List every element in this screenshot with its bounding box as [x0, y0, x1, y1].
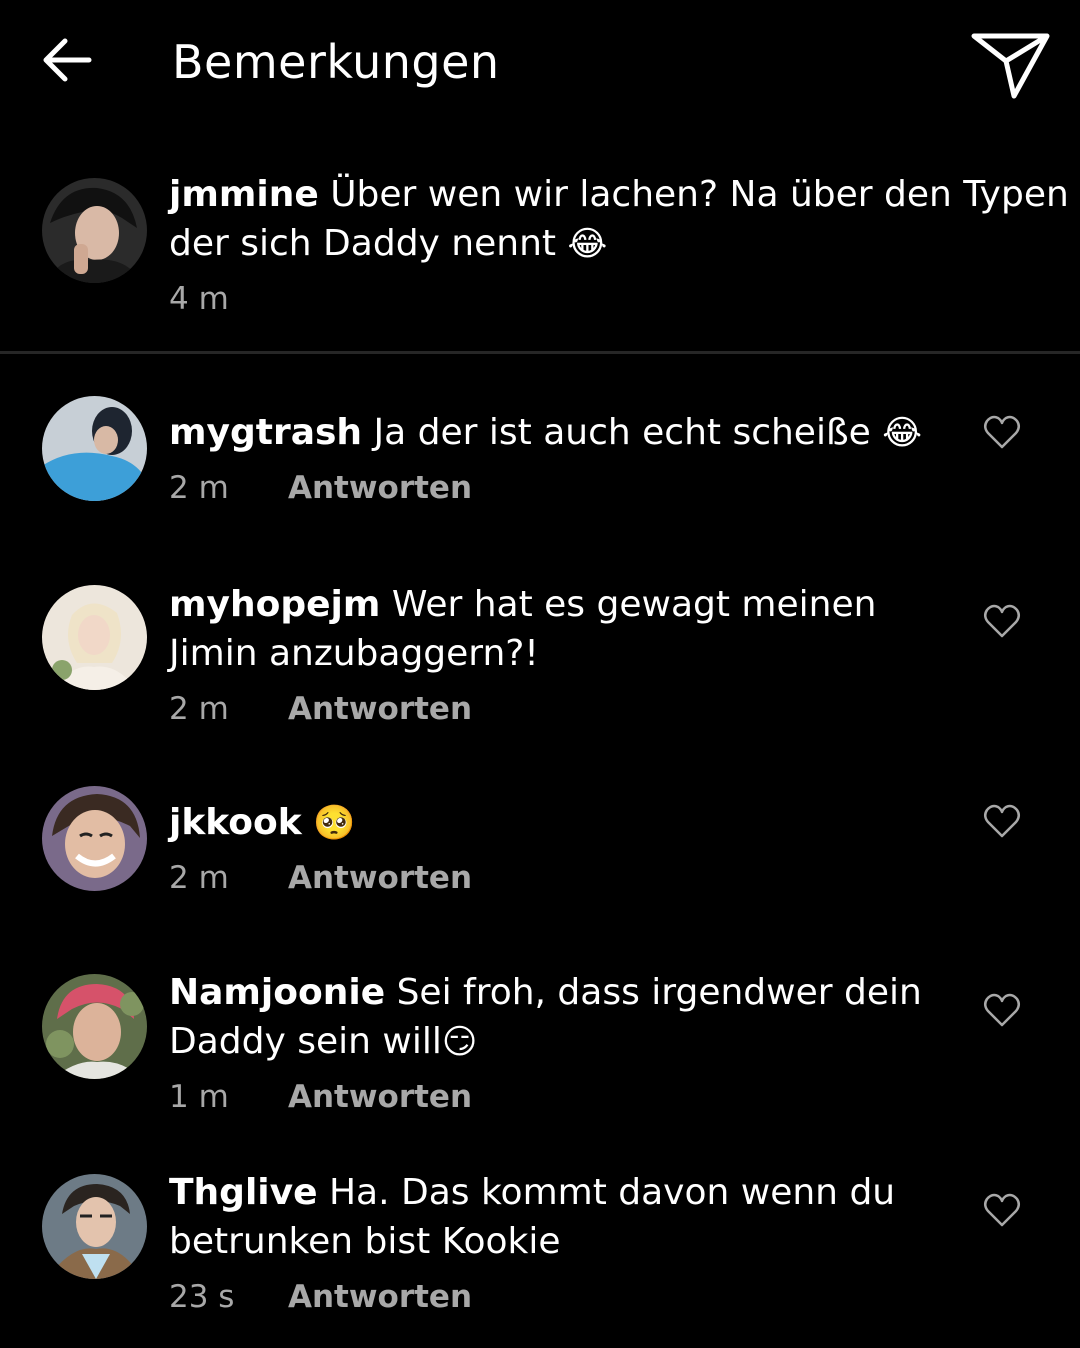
back-button[interactable]	[28, 24, 104, 96]
comment: jkkook 🥺 2 m Antworten	[169, 798, 969, 898]
avatar-namjoonie[interactable]	[42, 974, 147, 1079]
comment-text-block: myhopejm Wer hat es gewagt meinen Jimin …	[169, 580, 969, 679]
comment-username[interactable]: mygtrash	[169, 412, 362, 453]
comment-meta: 1 m Antworten	[169, 1077, 969, 1117]
comment-username[interactable]: Thglive	[169, 1172, 318, 1213]
divider	[0, 351, 1080, 354]
comment-time: 2 m	[169, 691, 229, 727]
comment-time: 1 m	[169, 1079, 229, 1115]
reply-button[interactable]: Antworten	[288, 858, 472, 898]
arrow-left-icon	[43, 38, 92, 82]
comment-username[interactable]: Namjoonie	[169, 972, 385, 1013]
avatar-myhopejm[interactable]	[42, 585, 147, 690]
comment-text-block: mygtrash Ja der ist auch echt scheiße 😂	[169, 408, 969, 458]
like-button[interactable]	[980, 988, 1024, 1032]
comment-emoji: 😂	[882, 413, 922, 453]
comment-time: 23 s	[169, 1279, 235, 1315]
comment-username[interactable]: jkkook	[169, 802, 302, 843]
avatar-jmmine[interactable]	[42, 178, 147, 283]
comment-meta: 23 s Antworten	[169, 1277, 969, 1317]
comment-meta: 2 m Antworten	[169, 858, 969, 898]
avatar-mygtrash[interactable]	[42, 396, 147, 501]
share-button[interactable]	[962, 22, 1058, 106]
reply-button[interactable]: Antworten	[288, 468, 472, 508]
comment-meta: 2 m Antworten	[169, 689, 969, 729]
heart-icon	[984, 604, 1020, 638]
comment: Thglive Ha. Das kommt davon wenn du betr…	[169, 1168, 969, 1317]
paper-plane-icon	[971, 33, 1050, 99]
comment-text-block: Thglive Ha. Das kommt davon wenn du betr…	[169, 1168, 969, 1267]
comments-screen: Bemerkungen jmmine Über wen wir lachen? …	[0, 0, 1080, 1348]
caption: jmmine Über wen wir lachen? Na über den …	[169, 170, 1074, 319]
avatar-thglive[interactable]	[42, 1174, 147, 1279]
comment-text-block: Namjoonie Sei froh, dass irgendwer dein …	[169, 968, 969, 1067]
caption-time: 4 m	[169, 281, 229, 317]
reply-button[interactable]: Antworten	[288, 1077, 472, 1117]
heart-icon	[984, 1193, 1020, 1227]
heart-icon	[984, 993, 1020, 1027]
heart-icon	[984, 804, 1020, 838]
comment-emoji: 😏	[441, 1022, 478, 1062]
caption-username[interactable]: jmmine	[169, 174, 319, 215]
reply-button[interactable]: Antworten	[288, 1277, 472, 1317]
comment: mygtrash Ja der ist auch echt scheiße 😂 …	[169, 408, 969, 508]
comment-text: Ja der ist auch echt scheiße	[373, 412, 871, 453]
reply-button[interactable]: Antworten	[288, 689, 472, 729]
caption-emoji: 😂	[567, 224, 608, 264]
like-button[interactable]	[980, 799, 1024, 843]
avatar-jkkook[interactable]	[42, 786, 147, 891]
page-title: Bemerkungen	[172, 35, 500, 89]
comment-time: 2 m	[169, 860, 229, 896]
caption-text-block: jmmine Über wen wir lachen? Na über den …	[169, 170, 1074, 269]
comment-username[interactable]: myhopejm	[169, 584, 380, 625]
caption-meta: 4 m	[169, 279, 1074, 319]
comment-emoji: 🥺	[313, 803, 356, 843]
header-bar: Bemerkungen	[0, 0, 1080, 124]
comment-text-block: jkkook 🥺	[169, 798, 969, 848]
like-button[interactable]	[980, 410, 1024, 454]
comment-meta: 2 m Antworten	[169, 468, 969, 508]
comment: Namjoonie Sei froh, dass irgendwer dein …	[169, 968, 969, 1117]
comment: myhopejm Wer hat es gewagt meinen Jimin …	[169, 580, 969, 729]
comment-time: 2 m	[169, 470, 229, 506]
like-button[interactable]	[980, 599, 1024, 643]
heart-icon	[984, 415, 1020, 449]
like-button[interactable]	[980, 1188, 1024, 1232]
